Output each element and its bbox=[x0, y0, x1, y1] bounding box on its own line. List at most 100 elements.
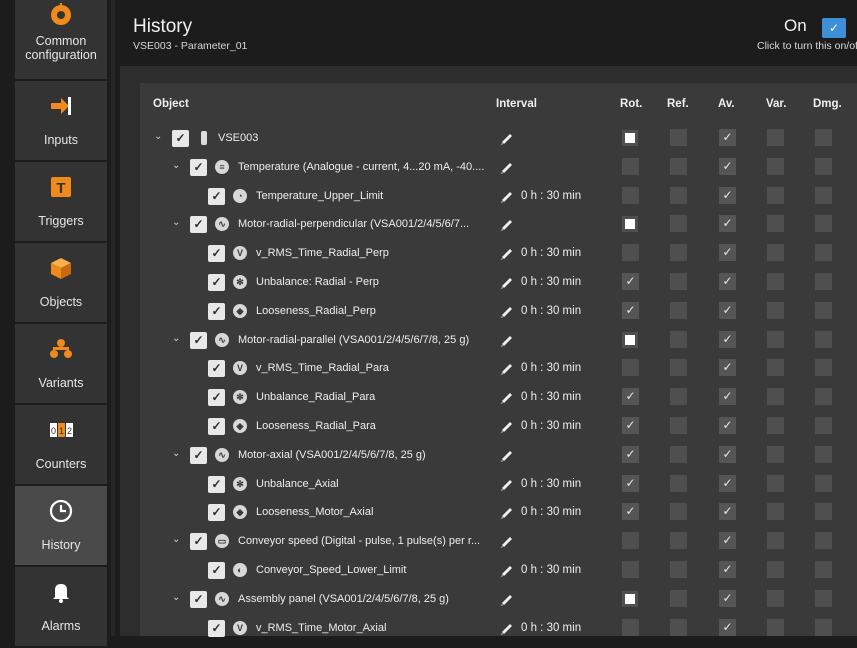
row-checkbox[interactable]: ✓ bbox=[190, 533, 207, 551]
edit-pencil-icon[interactable] bbox=[499, 592, 514, 607]
ref-checkbox[interactable] bbox=[670, 416, 687, 434]
table-row[interactable]: ✓ Vv_RMS_Time_Radial_Para 0 h : 30 min ✓ bbox=[140, 354, 857, 383]
column-dmg[interactable]: Dmg. bbox=[813, 98, 842, 110]
var-checkbox[interactable] bbox=[767, 416, 784, 434]
var-checkbox[interactable] bbox=[767, 388, 784, 406]
edit-pencil-icon[interactable] bbox=[499, 361, 514, 376]
row-checkbox[interactable]: ✓ bbox=[190, 158, 207, 176]
column-ref[interactable]: Ref. bbox=[667, 98, 689, 110]
av-checkbox[interactable]: ✓ bbox=[719, 618, 736, 636]
ref-checkbox[interactable] bbox=[670, 618, 687, 636]
rot-checkbox[interactable]: ✓ bbox=[622, 503, 639, 521]
var-checkbox[interactable] bbox=[767, 244, 784, 262]
table-row[interactable]: ✓ ✻ Unbalance: Radial - Perp 0 h : 30 min ✓ ✓ bbox=[140, 268, 857, 297]
table-row[interactable]: ✓ ◆ Looseness_Radial_Para 0 h : 30 min ✓ ✓ bbox=[140, 412, 857, 441]
interval-value[interactable]: 0 h : 30 min bbox=[521, 564, 581, 576]
table-row[interactable]: ⌄ ✓ ≡ Temperature (Analogue - current, 4...… bbox=[140, 153, 857, 182]
interval-value[interactable]: 0 h : 30 min bbox=[521, 276, 581, 288]
table-row[interactable]: ✓ ◔ Temperature_Upper_Limit 0 h : 30 min ✓ bbox=[140, 182, 857, 211]
dmg-checkbox[interactable] bbox=[815, 157, 832, 175]
av-checkbox[interactable]: ✓ bbox=[719, 445, 736, 463]
rot-checkbox[interactable] bbox=[622, 244, 639, 262]
chevron-down-icon[interactable]: ⌄ bbox=[172, 333, 182, 344]
sidebar-item-objects[interactable]: Objects bbox=[15, 243, 107, 324]
chevron-down-icon[interactable]: ⌄ bbox=[172, 592, 182, 603]
av-checkbox[interactable]: ✓ bbox=[719, 272, 736, 290]
dmg-checkbox[interactable] bbox=[815, 359, 832, 377]
sidebar-item-counters[interactable]: 0 1 2 Counters bbox=[15, 405, 107, 486]
row-checkbox[interactable]: ✓ bbox=[190, 446, 207, 464]
table-row[interactable]: ⌄ ✓ ▭ Conveyor speed (Digital - pulse, 1 pu… bbox=[140, 527, 857, 556]
table-row[interactable]: ✓ Vv_RMS_Time_Motor_Axial 0 h : 30 min ✓ bbox=[140, 614, 857, 643]
row-checkbox[interactable]: ✓ bbox=[190, 216, 207, 234]
edit-pencil-icon[interactable] bbox=[499, 477, 514, 492]
var-checkbox[interactable] bbox=[767, 503, 784, 521]
rot-checkbox[interactable]: ✓ bbox=[622, 445, 639, 463]
row-checkbox[interactable]: ✓ bbox=[190, 590, 207, 608]
av-checkbox[interactable]: ✓ bbox=[719, 359, 736, 377]
av-checkbox[interactable]: ✓ bbox=[719, 301, 736, 319]
dmg-checkbox[interactable] bbox=[815, 503, 832, 521]
ref-checkbox[interactable] bbox=[670, 388, 687, 406]
dmg-checkbox[interactable] bbox=[815, 618, 832, 636]
dmg-checkbox[interactable] bbox=[815, 330, 832, 348]
edit-pencil-icon[interactable] bbox=[499, 333, 514, 348]
table-row[interactable]: ⌄ ✓ ∿ Motor-axial (VSA001/2/4/5/6/7/8, 25 g… bbox=[140, 441, 857, 470]
dmg-checkbox[interactable] bbox=[815, 215, 832, 233]
dmg-checkbox[interactable] bbox=[815, 589, 832, 607]
ref-checkbox[interactable] bbox=[670, 560, 687, 578]
table-row[interactable]: ✓ ◆ Looseness_Radial_Perp 0 h : 30 min ✓ ✓ bbox=[140, 297, 857, 326]
rot-checkbox[interactable] bbox=[622, 560, 639, 578]
table-row[interactable]: ⌄ ✓ ∿ Assembly panel (VSA001/2/4/5/6/7/8, 2… bbox=[140, 585, 857, 614]
dmg-checkbox[interactable] bbox=[815, 186, 832, 204]
edit-pencil-icon[interactable] bbox=[499, 390, 514, 405]
interval-value[interactable]: 0 h : 30 min bbox=[521, 247, 581, 259]
av-checkbox[interactable]: ✓ bbox=[719, 560, 736, 578]
rot-checkbox[interactable] bbox=[622, 359, 639, 377]
rot-checkbox[interactable] bbox=[625, 334, 635, 345]
column-object[interactable]: Object bbox=[153, 98, 189, 110]
table-row[interactable]: ✓ ◐ Conveyor_Speed_Lower_Limit 0 h : 30 min… bbox=[140, 556, 857, 585]
rot-checkbox[interactable] bbox=[625, 593, 635, 604]
dmg-checkbox[interactable] bbox=[815, 244, 832, 262]
var-checkbox[interactable] bbox=[767, 359, 784, 377]
rot-checkbox[interactable] bbox=[625, 133, 635, 143]
rot-checkbox[interactable]: ✓ bbox=[622, 272, 639, 290]
sidebar-item-variants[interactable]: Variants bbox=[15, 324, 107, 405]
interval-value[interactable]: 0 h : 30 min bbox=[521, 190, 581, 202]
column-av[interactable]: Av. bbox=[718, 98, 735, 110]
row-checkbox[interactable]: ✓ bbox=[190, 331, 207, 349]
var-checkbox[interactable] bbox=[767, 186, 784, 204]
row-checkbox[interactable]: ✓ bbox=[208, 475, 225, 493]
edit-pencil-icon[interactable] bbox=[499, 160, 514, 175]
table-row[interactable]: ✓ Vv_RMS_Time_Radial_Perp 0 h : 30 min ✓ bbox=[140, 239, 857, 268]
ref-checkbox[interactable] bbox=[670, 359, 687, 377]
row-checkbox[interactable]: ✓ bbox=[208, 187, 225, 205]
sidebar-item-common-configuration[interactable]: Common configuration bbox=[15, 0, 107, 81]
av-checkbox[interactable]: ✓ bbox=[719, 589, 736, 607]
rot-checkbox[interactable]: ✓ bbox=[622, 416, 639, 434]
rot-checkbox[interactable] bbox=[622, 618, 639, 636]
var-checkbox[interactable] bbox=[767, 157, 784, 175]
ref-checkbox[interactable] bbox=[670, 445, 687, 463]
sidebar-item-history[interactable]: History bbox=[15, 486, 107, 567]
ref-checkbox[interactable] bbox=[670, 474, 687, 492]
rot-checkbox[interactable] bbox=[622, 157, 639, 175]
rot-checkbox[interactable] bbox=[622, 532, 639, 550]
var-checkbox[interactable] bbox=[767, 532, 784, 550]
row-checkbox[interactable]: ✓ bbox=[208, 561, 225, 579]
edit-pencil-icon[interactable] bbox=[499, 448, 514, 463]
sidebar-item-inputs[interactable]: Inputs bbox=[15, 81, 107, 162]
rot-checkbox[interactable]: ✓ bbox=[622, 301, 639, 319]
var-checkbox[interactable] bbox=[767, 330, 784, 348]
ref-checkbox[interactable] bbox=[670, 215, 687, 233]
interval-value[interactable]: 0 h : 30 min bbox=[521, 506, 581, 518]
history-on-toggle[interactable]: ✓ bbox=[822, 18, 846, 38]
ref-checkbox[interactable] bbox=[670, 330, 687, 348]
chevron-down-icon[interactable]: ⌄ bbox=[172, 448, 182, 459]
interval-value[interactable]: 0 h : 30 min bbox=[521, 305, 581, 317]
chevron-down-icon[interactable]: ⌄ bbox=[172, 160, 182, 171]
var-checkbox[interactable] bbox=[767, 589, 784, 607]
interval-value[interactable]: 0 h : 30 min bbox=[521, 420, 581, 432]
var-checkbox[interactable] bbox=[767, 129, 784, 146]
